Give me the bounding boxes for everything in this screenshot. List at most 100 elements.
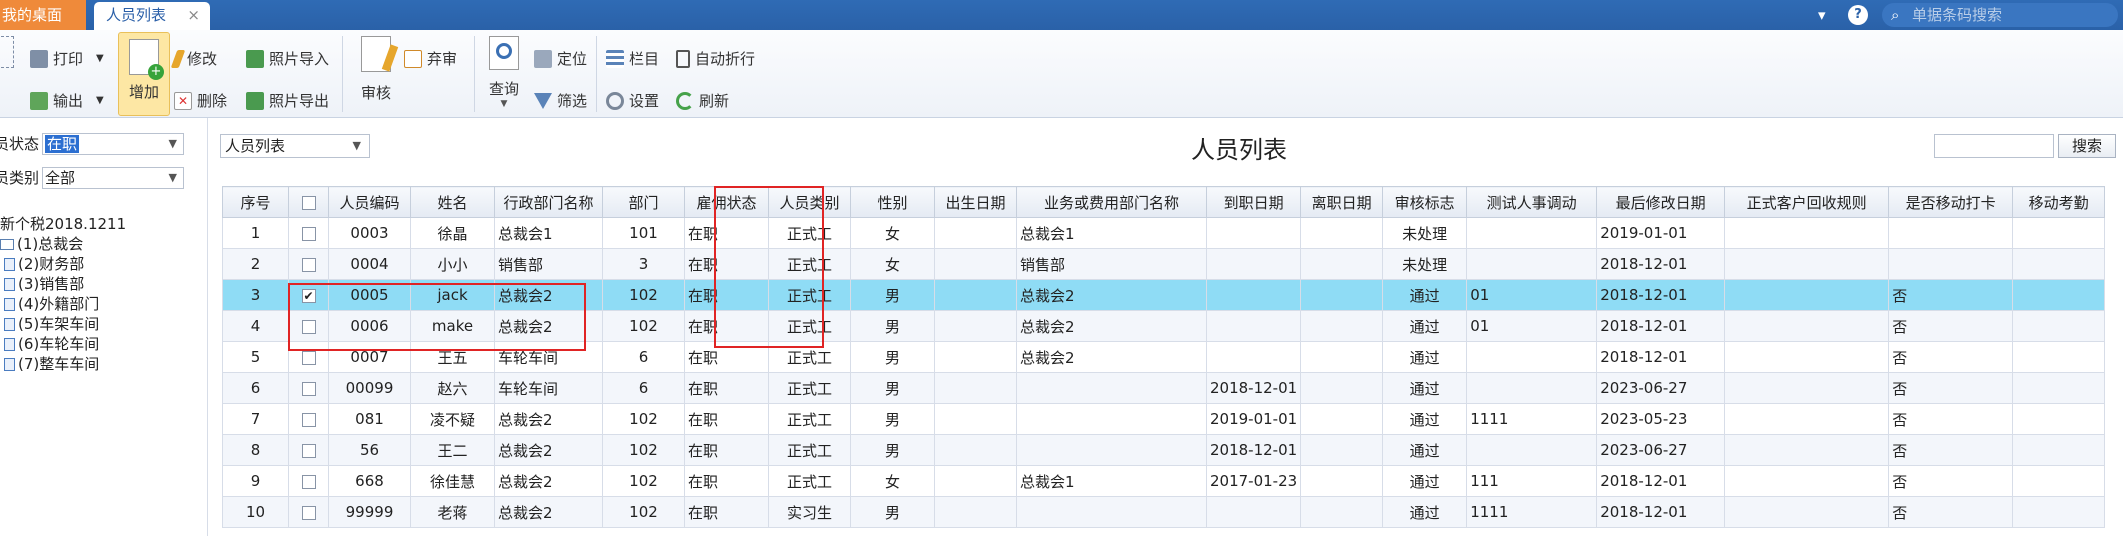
print-button[interactable]: 打印 ▼ (30, 48, 104, 69)
table-cell[interactable]: 男 (850, 279, 935, 311)
col-header[interactable]: 到职日期 (1205, 186, 1302, 218)
photo-export-button[interactable]: 照片导出 (246, 90, 329, 111)
tree-item[interactable]: (1)总裁会 (0, 234, 126, 254)
table-cell[interactable]: 正式工 (768, 310, 851, 342)
table-cell[interactable]: 102 (602, 496, 685, 528)
table-cell[interactable]: 102 (602, 403, 685, 435)
table-cell[interactable]: 否 (1888, 434, 2014, 466)
table-cell[interactable]: 否 (1888, 279, 2014, 311)
col-header[interactable]: 审核标志 (1382, 186, 1468, 218)
table-cell[interactable] (1205, 310, 1302, 342)
table-cell[interactable]: 1111 (1466, 496, 1598, 528)
table-cell[interactable] (1300, 279, 1384, 311)
tree-item[interactable]: (7)整车车间 (0, 354, 126, 374)
category-select[interactable]: 全部 ▼ (42, 167, 184, 189)
table-cell[interactable]: 正式工 (768, 403, 851, 435)
table-cell[interactable]: 0006 (328, 310, 411, 342)
table-cell[interactable]: 否 (1888, 372, 2014, 404)
table-cell[interactable]: 102 (602, 279, 685, 311)
table-cell[interactable]: 王五 (410, 341, 495, 373)
col-header[interactable]: 正式客户回收规则 (1724, 186, 1890, 218)
col-header[interactable]: 离职日期 (1300, 186, 1384, 218)
tree-item[interactable]: (6)车轮车间 (0, 334, 126, 354)
table-cell[interactable]: 总裁会2 (1016, 341, 1207, 373)
col-header[interactable]: 是否移动打卡 (1888, 186, 2014, 218)
table-cell[interactable] (1300, 310, 1384, 342)
query-button[interactable]: 查询 ▼ (484, 36, 524, 109)
row-checkbox[interactable] (288, 465, 329, 497)
row-checkbox[interactable] (288, 434, 329, 466)
table-cell[interactable]: 销售部 (494, 248, 603, 280)
table-cell[interactable]: 正式工 (768, 465, 851, 497)
tree-root[interactable]: 新个税2018.1211 (0, 214, 126, 234)
col-header[interactable]: 人员类别 (768, 186, 851, 218)
table-cell[interactable]: 未处理 (1382, 217, 1468, 249)
table-cell[interactable] (1724, 279, 1890, 311)
refresh-button[interactable]: 刷新 (676, 90, 729, 111)
table-cell[interactable]: 56 (328, 434, 411, 466)
table-cell[interactable] (2012, 341, 2106, 373)
table-cell[interactable] (934, 341, 1017, 373)
table-cell[interactable]: 0005 (328, 279, 411, 311)
table-cell[interactable]: 凌不疑 (410, 403, 495, 435)
table-cell[interactable]: 01 (1466, 279, 1598, 311)
table-cell[interactable]: 在职 (684, 465, 769, 497)
table-cell[interactable]: 6 (602, 341, 685, 373)
table-cell[interactable]: 通过 (1382, 434, 1468, 466)
table-cell[interactable] (1300, 217, 1384, 249)
row-checkbox[interactable] (288, 248, 329, 280)
table-cell[interactable]: 6 (602, 372, 685, 404)
table-cell[interactable]: 总裁会1 (494, 217, 603, 249)
col-header[interactable]: 业务或费用部门名称 (1016, 186, 1207, 218)
table-cell[interactable] (2012, 496, 2106, 528)
table-cell[interactable]: 2018-12-01 (1596, 496, 1726, 528)
close-icon[interactable]: × (187, 2, 200, 28)
table-cell[interactable]: 总裁会2 (494, 403, 603, 435)
table-cell[interactable]: 4 (222, 310, 289, 342)
table-cell[interactable]: 正式工 (768, 248, 851, 280)
table-cell[interactable] (1466, 341, 1598, 373)
table-cell[interactable]: 总裁会2 (494, 279, 603, 311)
table-cell[interactable] (1466, 434, 1598, 466)
table-cell[interactable]: 男 (850, 496, 935, 528)
table-cell[interactable]: 102 (602, 465, 685, 497)
table-cell[interactable]: 车轮车间 (494, 372, 603, 404)
table-cell[interactable]: 总裁会1 (1016, 217, 1207, 249)
table-row[interactable]: 4 0006 make 总裁会2 102 在职 正式工男总裁会2 通过 01 2018-12-01… (222, 310, 2106, 342)
table-cell[interactable]: 2 (222, 248, 289, 280)
table-cell[interactable]: 实习生 (768, 496, 851, 528)
table-cell[interactable]: 老蒋 (410, 496, 495, 528)
tree-item[interactable]: (5)车架车间 (0, 314, 126, 334)
table-cell[interactable]: 否 (1888, 465, 2014, 497)
table-cell[interactable] (1016, 403, 1207, 435)
table-row[interactable]: 7 081 凌不疑 总裁会2 102 在职 正式工男 2019-01-01 通过 1111 2023… (222, 403, 2106, 435)
table-cell[interactable]: 2018-12-01 (1596, 279, 1726, 311)
table-cell[interactable] (1724, 372, 1890, 404)
table-cell[interactable]: 102 (602, 310, 685, 342)
row-checkbox[interactable] (288, 310, 329, 342)
col-header[interactable]: 姓名 (410, 186, 495, 218)
table-cell[interactable]: 081 (328, 403, 411, 435)
table-cell[interactable] (2012, 403, 2106, 435)
table-cell[interactable]: 车轮车间 (494, 341, 603, 373)
table-cell[interactable] (934, 434, 1017, 466)
table-cell[interactable]: 2023-06-27 (1596, 372, 1726, 404)
table-cell[interactable]: 101 (602, 217, 685, 249)
audit-button[interactable]: 审核 (356, 36, 399, 103)
table-row[interactable]: 6 00099 赵六 车轮车间 6 在职 正式工男 2018-12-01 通过 2023-06-2… (222, 372, 2106, 404)
tree-item[interactable]: (4)外籍部门 (0, 294, 126, 314)
table-cell[interactable] (1300, 341, 1384, 373)
table-cell[interactable]: 102 (602, 434, 685, 466)
table-cell[interactable]: 在职 (684, 248, 769, 280)
table-cell[interactable]: 正式工 (768, 434, 851, 466)
table-cell[interactable]: 男 (850, 403, 935, 435)
table-cell[interactable]: 8 (222, 434, 289, 466)
filter-button[interactable]: 筛选 (534, 90, 587, 111)
table-cell[interactable]: 在职 (684, 279, 769, 311)
barcode-search-input[interactable]: ⌕ 单据条码搜索 (1882, 3, 2118, 27)
row-checkbox[interactable]: ✔ (288, 279, 329, 311)
table-cell[interactable]: 通过 (1382, 341, 1468, 373)
col-header[interactable]: 移动考勤 (2012, 186, 2106, 218)
col-header[interactable]: 雇佣状态 (684, 186, 769, 218)
row-checkbox[interactable] (288, 217, 329, 249)
